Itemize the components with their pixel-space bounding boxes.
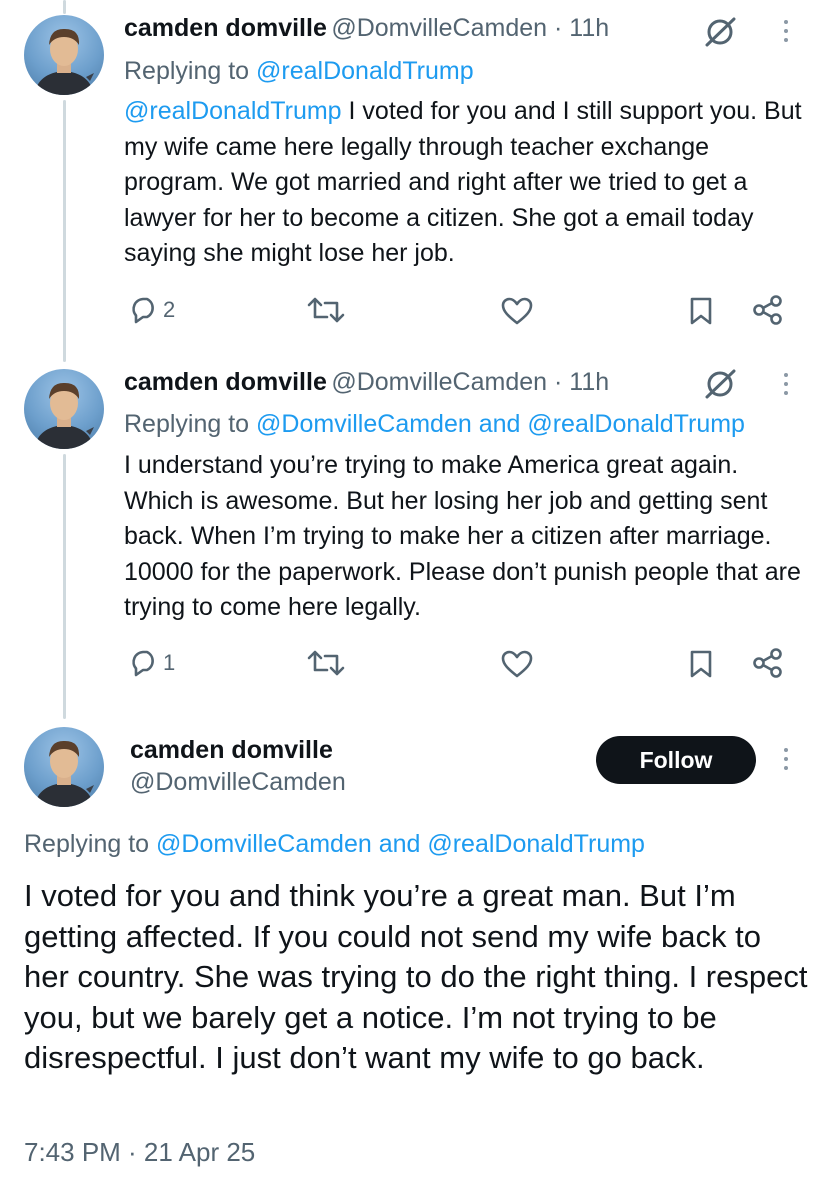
share-button[interactable] bbox=[751, 293, 785, 327]
bookmark-button[interactable] bbox=[689, 296, 713, 326]
replying-mention[interactable]: @realDonaldTrump bbox=[256, 57, 474, 85]
retweet-icon bbox=[307, 297, 345, 323]
tweet-text: I voted for you and think you’re a great… bbox=[24, 878, 808, 1075]
share-button[interactable] bbox=[751, 646, 785, 680]
bookmark-icon bbox=[690, 297, 712, 325]
tweet-time[interactable]: 11h bbox=[569, 14, 609, 42]
replying-to: Replying to @DomvilleCamden and @realDon… bbox=[24, 830, 645, 859]
share-icon bbox=[753, 295, 782, 325]
timestamp[interactable]: 7:43 PM · 21 Apr 25 bbox=[24, 1137, 255, 1168]
thread-line bbox=[63, 100, 66, 362]
tweet-time[interactable]: 11h bbox=[569, 368, 609, 396]
replying-mention[interactable]: @DomvilleCamden and @realDonaldTrump bbox=[156, 830, 645, 858]
retweet-button[interactable] bbox=[305, 296, 347, 324]
tweet-text: I understand you’re trying to make Ameri… bbox=[124, 451, 801, 621]
author-name[interactable]: camden domville bbox=[130, 736, 333, 765]
like-icon bbox=[501, 297, 533, 325]
more-icon[interactable] bbox=[784, 20, 788, 42]
tweet-header: camden domville @DomvilleCamden · 11h bbox=[124, 14, 609, 43]
grok-icon[interactable] bbox=[703, 369, 737, 404]
tweet-text: @realDonaldTrump I voted for you and I s… bbox=[124, 94, 804, 272]
separator: · bbox=[547, 14, 570, 42]
reply-button[interactable]: 1 bbox=[130, 649, 175, 677]
replying-label: Replying to bbox=[24, 830, 157, 858]
replying-label: Replying to bbox=[124, 410, 257, 438]
grok-icon[interactable] bbox=[703, 17, 737, 52]
like-button[interactable] bbox=[500, 649, 534, 679]
reply-count: 2 bbox=[163, 297, 176, 322]
thread-line bbox=[63, 454, 66, 719]
text-mention[interactable]: @realDonaldTrump bbox=[124, 97, 342, 125]
reply-count: 1 bbox=[163, 650, 176, 675]
thread-line bbox=[63, 0, 66, 14]
replying-to: Replying to @realDonaldTrump bbox=[124, 57, 474, 86]
like-button[interactable] bbox=[500, 296, 534, 326]
separator: · bbox=[547, 368, 570, 396]
reply-icon bbox=[132, 297, 154, 324]
follow-button[interactable]: Follow bbox=[596, 736, 756, 784]
replying-mention[interactable]: @DomvilleCamden and @realDonaldTrump bbox=[256, 410, 745, 438]
author-name[interactable]: camden domville bbox=[124, 368, 327, 396]
more-icon[interactable] bbox=[784, 748, 788, 770]
retweet-icon bbox=[307, 650, 345, 676]
author-handle[interactable]: @DomvilleCamden bbox=[331, 14, 547, 42]
author-handle[interactable]: @DomvilleCamden bbox=[130, 768, 346, 797]
replying-to: Replying to @DomvilleCamden and @realDon… bbox=[124, 410, 745, 439]
reply-icon bbox=[132, 650, 154, 677]
tweet-header: camden domville @DomvilleCamden · 11h bbox=[124, 368, 609, 397]
like-icon bbox=[501, 650, 533, 678]
share-icon bbox=[753, 648, 782, 678]
author-handle[interactable]: @DomvilleCamden bbox=[331, 368, 547, 396]
reply-button[interactable]: 2 bbox=[130, 296, 175, 324]
author-name[interactable]: camden domville bbox=[124, 14, 327, 42]
avatar[interactable] bbox=[24, 369, 104, 449]
avatar[interactable] bbox=[24, 15, 104, 95]
more-icon[interactable] bbox=[784, 373, 788, 395]
replying-label: Replying to bbox=[124, 57, 257, 85]
bookmark-icon bbox=[690, 650, 712, 678]
bookmark-button[interactable] bbox=[689, 649, 713, 679]
retweet-button[interactable] bbox=[305, 649, 347, 677]
avatar[interactable] bbox=[24, 727, 104, 807]
